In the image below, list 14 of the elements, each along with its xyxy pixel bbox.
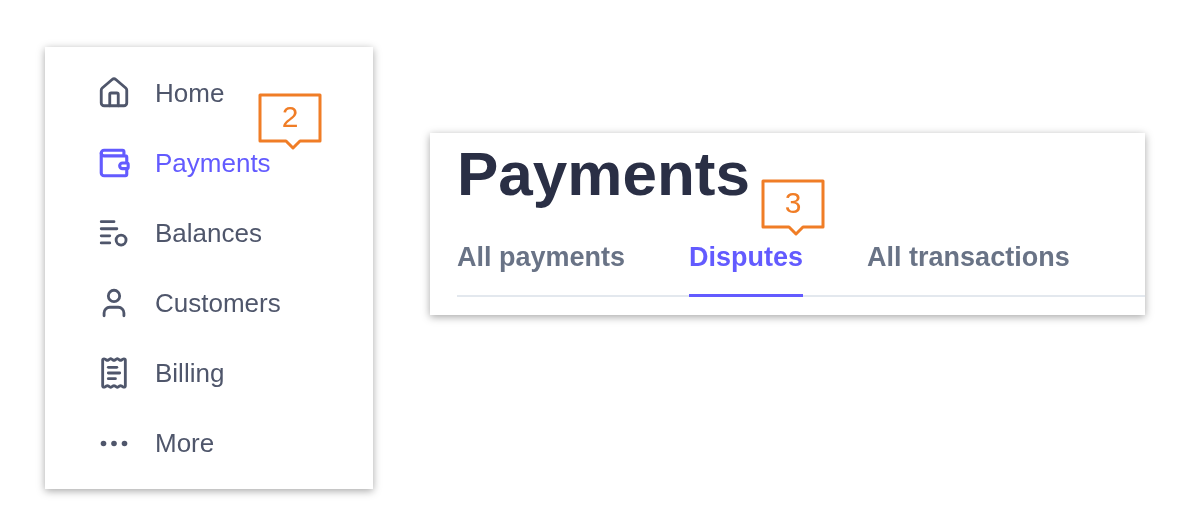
tab[interactable]: All payments <box>457 237 626 297</box>
more-icon <box>100 439 128 447</box>
tab[interactable]: All transactions <box>867 237 1070 297</box>
sidebar-item[interactable]: Home <box>97 73 225 113</box>
callout-badge: 3 <box>761 179 826 237</box>
callout-badge: 2 <box>258 93 322 151</box>
sidebar-item[interactable]: Billing <box>97 353 225 393</box>
sidebar-item[interactable]: Balances <box>97 213 262 253</box>
tab[interactable]: Disputes <box>689 237 804 297</box>
sidebar-item[interactable]: More <box>97 423 215 463</box>
page-title: Payments <box>457 138 750 210</box>
wallet-icon <box>97 146 131 180</box>
home-icon <box>97 76 131 110</box>
sidebar-item[interactable]: Customers <box>97 283 281 323</box>
